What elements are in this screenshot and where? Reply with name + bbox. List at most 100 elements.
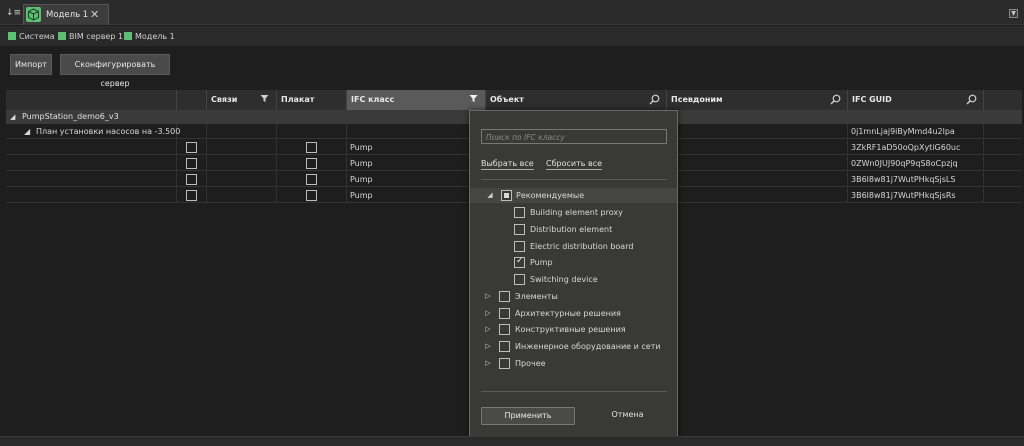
breadcrumb: Система BIM сервер 1 Модель 1 bbox=[0, 26, 1024, 46]
collapse-triangle-icon[interactable]: ◢ bbox=[486, 191, 494, 199]
group-checkbox[interactable] bbox=[499, 291, 510, 302]
ifc-class-cell: Pump bbox=[347, 140, 486, 155]
group-checkbox[interactable] bbox=[499, 324, 510, 335]
item-checkbox[interactable] bbox=[514, 224, 525, 235]
status-bar bbox=[0, 436, 1024, 446]
ifc-class-text: Pump bbox=[350, 191, 373, 200]
name-cell bbox=[6, 188, 177, 203]
ifc-class-cell: Pump bbox=[347, 156, 486, 171]
breadcrumb-label: BIM сервер 1 bbox=[69, 31, 124, 41]
poster-cell bbox=[277, 156, 347, 171]
column-header-label: IFC GUID bbox=[852, 95, 892, 104]
tree-node-structural[interactable]: ▷ Конструктивные решения bbox=[470, 322, 677, 337]
item-checkbox[interactable] bbox=[514, 207, 525, 218]
item-checkbox-checked[interactable] bbox=[514, 256, 525, 268]
group-checkbox[interactable] bbox=[499, 308, 510, 319]
tree-item-electric-distribution-board[interactable]: Electric distribution board bbox=[470, 239, 677, 254]
tree-node-other[interactable]: ▷ Прочее bbox=[470, 356, 677, 371]
name-cell: ◢ План установки насосов на -3.500 bbox=[6, 124, 180, 139]
model-cube-icon bbox=[26, 7, 41, 22]
item-checkbox[interactable] bbox=[514, 241, 525, 252]
poster-cell bbox=[277, 188, 347, 203]
expand-triangle-icon[interactable]: ▷ bbox=[484, 342, 492, 350]
row-checkbox[interactable] bbox=[186, 142, 197, 153]
breadcrumb-item-model[interactable]: Модель 1 bbox=[124, 30, 175, 42]
tree-node-label: Прочее bbox=[515, 359, 546, 368]
row-checkbox[interactable] bbox=[186, 174, 197, 185]
ifc-class-cell: Pump bbox=[347, 172, 486, 187]
apply-button[interactable]: Применить bbox=[481, 407, 575, 425]
group-checkbox[interactable] bbox=[499, 358, 510, 369]
column-header-links[interactable]: Связи bbox=[207, 90, 277, 110]
column-header-label: Объект bbox=[490, 95, 524, 104]
column-header-poster[interactable]: Плакат bbox=[277, 90, 347, 110]
search-icon[interactable] bbox=[648, 94, 660, 106]
select-all-link[interactable]: Выбрать все bbox=[481, 159, 534, 170]
guid-text: 0j1mnLjaj9iByMmd4u2lpa bbox=[851, 127, 955, 136]
name-cell bbox=[6, 156, 177, 171]
ifc-guid-cell: 3ZkRF1aD50oQpXytiG60uc bbox=[848, 140, 984, 155]
recommended-checkbox[interactable] bbox=[501, 190, 512, 201]
guid-text: 0ZWn0JUJ90qP9qS8oCpzjq bbox=[851, 159, 958, 168]
reset-all-link[interactable]: Сбросить все bbox=[546, 159, 603, 170]
check-cell bbox=[177, 172, 207, 187]
column-header-check[interactable] bbox=[177, 90, 207, 110]
tree-node-recommended[interactable]: ◢ Рекомендуемые bbox=[470, 188, 677, 203]
expand-triangle-icon[interactable]: ▷ bbox=[484, 359, 492, 367]
tree-item-switching-device[interactable]: Switching device bbox=[470, 272, 677, 287]
tree-node-label: Элементы bbox=[515, 292, 558, 301]
expand-triangle-icon[interactable]: ▷ bbox=[484, 309, 492, 317]
column-header-object[interactable]: Объект bbox=[486, 90, 667, 110]
dropdown-icon[interactable]: ▼ bbox=[1009, 9, 1018, 18]
column-header-spacer bbox=[984, 90, 1022, 110]
links-cell bbox=[207, 188, 277, 203]
alias-cell bbox=[667, 172, 848, 187]
links-cell bbox=[207, 156, 277, 171]
tree-node-architectural[interactable]: ▷ Архитектурные решения bbox=[470, 306, 677, 321]
ifc-class-search-input[interactable]: Поиск по IFC классу bbox=[481, 129, 667, 144]
poster-checkbox[interactable] bbox=[306, 174, 317, 185]
collapse-triangle-icon[interactable]: ◢ bbox=[24, 127, 30, 136]
ifc-class-cell bbox=[347, 124, 486, 139]
column-header-ifc-class[interactable]: IFC класс bbox=[347, 90, 486, 110]
search-icon[interactable] bbox=[829, 94, 841, 106]
filter-icon[interactable] bbox=[258, 94, 270, 106]
row-checkbox[interactable] bbox=[186, 190, 197, 201]
search-icon[interactable] bbox=[965, 94, 977, 106]
breadcrumb-label: Система bbox=[19, 31, 55, 41]
expand-triangle-icon[interactable]: ▷ bbox=[484, 292, 492, 300]
group-checkbox[interactable] bbox=[499, 341, 510, 352]
row-checkbox[interactable] bbox=[186, 158, 197, 169]
tree-item-pump[interactable]: Pump bbox=[470, 255, 677, 270]
close-icon[interactable]: ✕ bbox=[90, 8, 99, 21]
poster-checkbox[interactable] bbox=[306, 158, 317, 169]
column-header-name[interactable] bbox=[6, 90, 177, 110]
column-header-ifc-guid[interactable]: IFC GUID bbox=[848, 90, 984, 110]
menu-icon[interactable]: ↓≡ bbox=[6, 7, 21, 19]
poster-checkbox[interactable] bbox=[306, 142, 317, 153]
column-header-label: Связи bbox=[211, 95, 238, 104]
tree-item-building-element-proxy[interactable]: Building element proxy bbox=[470, 205, 677, 220]
toolbar: Импорт Сконфигурировать сервер bbox=[0, 46, 1024, 88]
ifc-guid-cell: 3B6l8w81j7WutPHkqSjsRs bbox=[848, 188, 984, 203]
tree-item-distribution-element[interactable]: Distribution element bbox=[470, 222, 677, 237]
filter-icon[interactable] bbox=[467, 94, 479, 106]
configure-server-button[interactable]: Сконфигурировать сервер bbox=[60, 54, 170, 88]
divider bbox=[481, 179, 667, 180]
column-header-label: IFC класс bbox=[351, 95, 395, 104]
tree-node-engineering[interactable]: ▷ Инженерное оборудование и сети bbox=[470, 339, 677, 354]
import-button[interactable]: Импорт bbox=[10, 54, 52, 75]
cancel-button[interactable]: Отмена bbox=[590, 407, 665, 425]
breadcrumb-item-bim-server[interactable]: BIM сервер 1 bbox=[58, 30, 123, 42]
item-checkbox[interactable] bbox=[514, 274, 525, 285]
collapse-triangle-icon[interactable]: ◢ bbox=[10, 113, 15, 121]
expand-triangle-icon[interactable]: ▷ bbox=[484, 325, 492, 333]
poster-checkbox[interactable] bbox=[306, 190, 317, 201]
search-placeholder: Поиск по IFC классу bbox=[486, 133, 565, 142]
tab-model-1[interactable]: Модель 1 ✕ bbox=[23, 4, 109, 25]
breadcrumb-item-system[interactable]: Система bbox=[8, 30, 55, 42]
ifc-class-text: Pump bbox=[350, 159, 373, 168]
column-header-alias[interactable]: Псевдоним bbox=[667, 90, 848, 110]
tree-node-elements[interactable]: ▷ Элементы bbox=[470, 289, 677, 304]
links-cell bbox=[207, 172, 277, 187]
